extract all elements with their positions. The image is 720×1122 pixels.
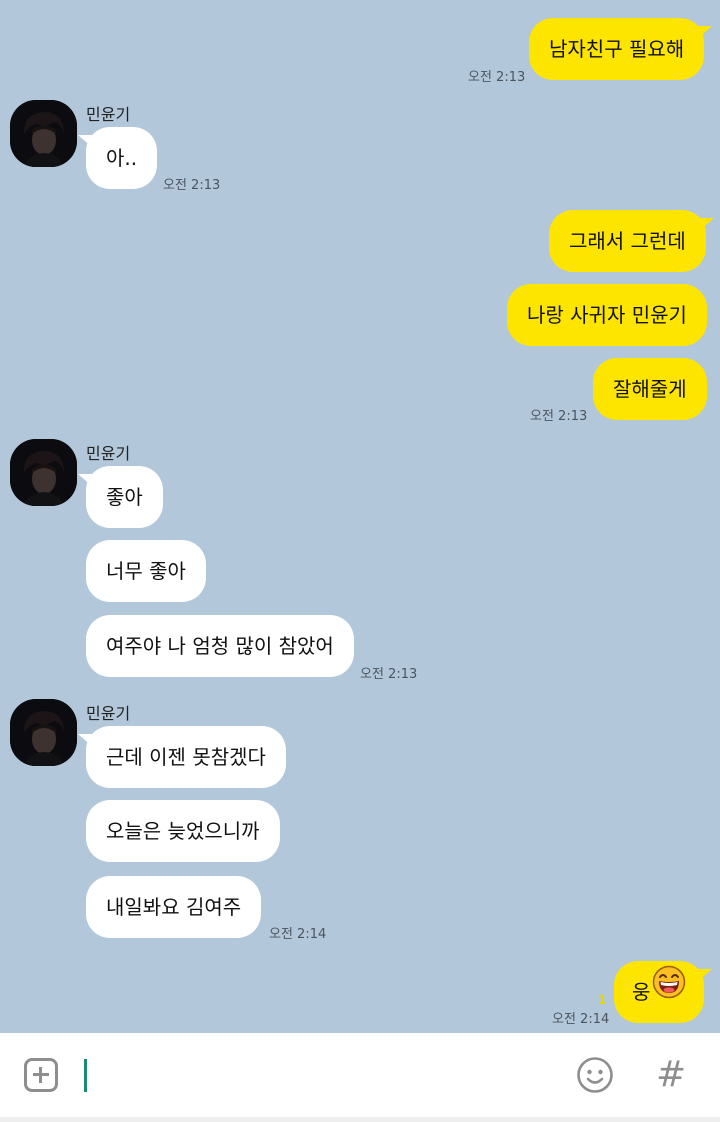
my-message-bubble[interactable]: 남자친구 필요해 (529, 18, 713, 80)
plus-icon[interactable] (24, 1058, 58, 1092)
my-message-bubble[interactable]: 웅 (614, 961, 713, 1023)
message-timestamp: 오전 2:13 (360, 667, 418, 682)
message-timestamp: 오전 2:14 (552, 1012, 610, 1027)
contact-message-bubble[interactable]: 아.. (77, 127, 158, 189)
contact-message-bubble[interactable]: 오늘은 늦었으니까 (86, 800, 280, 862)
smiley-icon[interactable] (576, 1056, 614, 1098)
chat-area[interactable]: 남자친구 필요해 오전 2:13 민윤기 아.. 오전 2:13 그래서 그런데… (0, 0, 720, 1033)
my-message-bubble[interactable]: 나랑 사귀자 민윤기 (507, 284, 707, 346)
message-timestamp: 오전 2:13 (163, 178, 221, 193)
message-text: 웅 (632, 980, 651, 1004)
my-message-bubble[interactable]: 잘해줄게 (593, 358, 707, 420)
contact-message-bubble[interactable]: 근데 이젠 못참겠다 (78, 726, 286, 788)
bottom-divider (0, 1117, 720, 1122)
my-message-bubble[interactable]: 그래서 그런데 (549, 210, 714, 272)
contact-name: 민윤기 (86, 444, 131, 463)
hashtag-search-button[interactable]: # (656, 1053, 686, 1097)
text-cursor (84, 1059, 87, 1092)
message-timestamp: 오전 2:13 (468, 70, 526, 85)
unread-count: 1 (598, 993, 607, 1007)
contact-message-bubble[interactable]: 좋아 (78, 466, 163, 528)
contact-avatar[interactable] (10, 100, 77, 167)
message-input[interactable] (90, 1053, 554, 1099)
contact-message-bubble[interactable]: 여주야 나 엄청 많이 참았어 (86, 615, 354, 677)
contact-avatar[interactable] (10, 439, 77, 506)
message-timestamp: 오전 2:13 (530, 409, 588, 424)
contact-message-bubble[interactable]: 너무 좋아 (86, 540, 206, 602)
contact-name: 민윤기 (86, 704, 131, 723)
laughing-face-icon (652, 961, 686, 1023)
contact-name: 민윤기 (86, 105, 131, 124)
message-input-bar: # (0, 1033, 720, 1117)
contact-avatar[interactable] (10, 699, 77, 766)
contact-message-bubble[interactable]: 내일봐요 김여주 (86, 876, 262, 938)
message-timestamp: 오전 2:14 (269, 927, 327, 942)
